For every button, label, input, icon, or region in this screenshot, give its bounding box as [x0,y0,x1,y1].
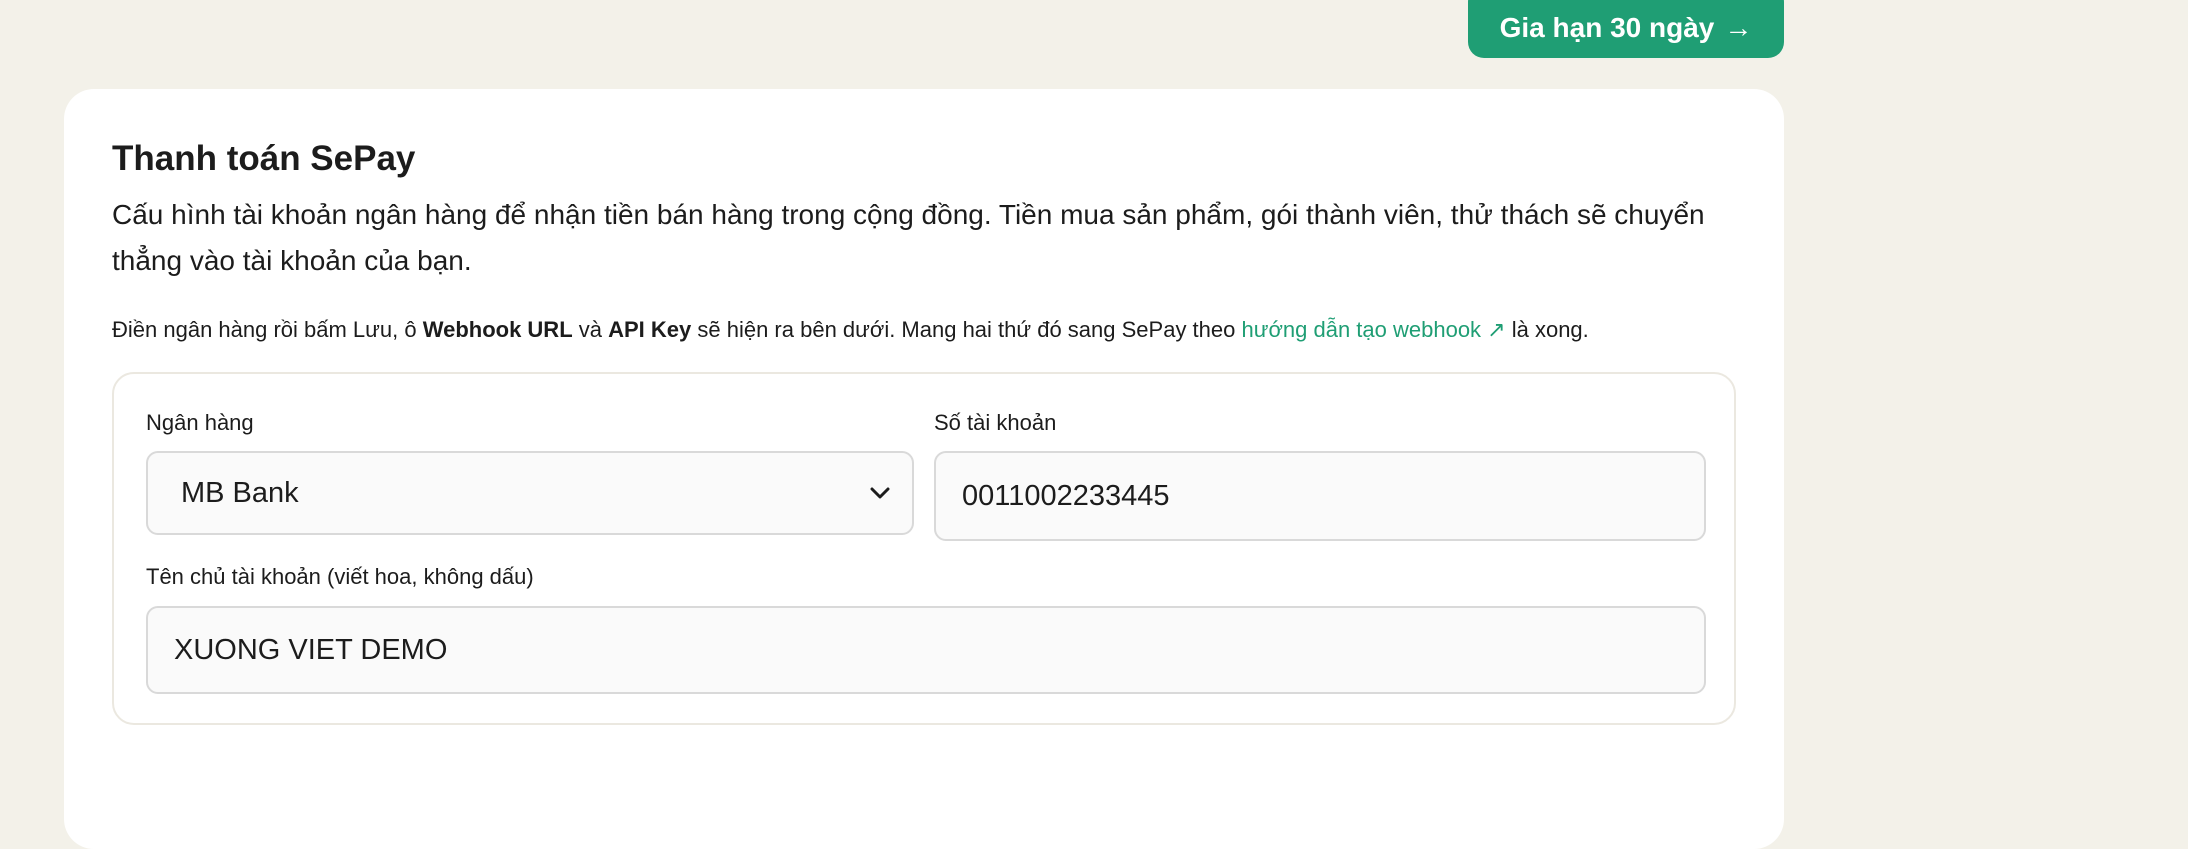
account-number-label: Số tài khoản [934,410,1057,435]
bank-account-form: Ngân hàng MB Bank Số tài khoản 001100223… [112,372,1736,725]
account-holder-value: XUONG VIET DEMO [174,633,448,666]
webhook-url-term: Webhook URL [422,317,573,342]
setup-hint: Điền ngân hàng rồi bấm Lưu, ô Webhook UR… [112,315,1772,345]
account-holder-label: Tên chủ tài khoản (viết hoa, không dấu) [146,564,534,589]
bank-selected-value: MB Bank [181,476,299,509]
renew-30-days-button[interactable]: Gia hạn 30 ngày → [1468,0,1784,58]
webhook-guide-link[interactable]: hướng dẫn tạo webhook ↗ [1242,317,1506,342]
sepay-payment-card: Thanh toán SePay Cấu hình tài khoản ngân… [64,89,1784,849]
card-title: Thanh toán SePay [112,139,416,178]
page-scrollbar[interactable] [2172,0,2188,790]
account-number-value: 0011002233445 [962,479,1170,512]
api-key-term: API Key [608,317,692,342]
chevron-down-icon [868,481,892,505]
hint-text: sẽ hiện ra bên dưới. Mang hai thứ đó san… [691,317,1242,342]
hint-text: là xong. [1505,317,1589,342]
hint-text: và [572,317,609,342]
bank-label: Ngân hàng [146,410,254,435]
bank-select[interactable]: MB Bank [146,451,914,535]
account-number-input[interactable]: 0011002233445 [934,451,1706,541]
arrow-right-icon: → [1724,12,1753,43]
card-description: Cấu hình tài khoản ngân hàng để nhận tiề… [112,199,1705,276]
account-holder-input[interactable]: XUONG VIET DEMO [146,606,1706,694]
hint-text: Điền ngân hàng rồi bấm Lưu, ô [112,317,423,342]
renew-button-label: Gia hạn 30 ngày [1499,12,1715,43]
